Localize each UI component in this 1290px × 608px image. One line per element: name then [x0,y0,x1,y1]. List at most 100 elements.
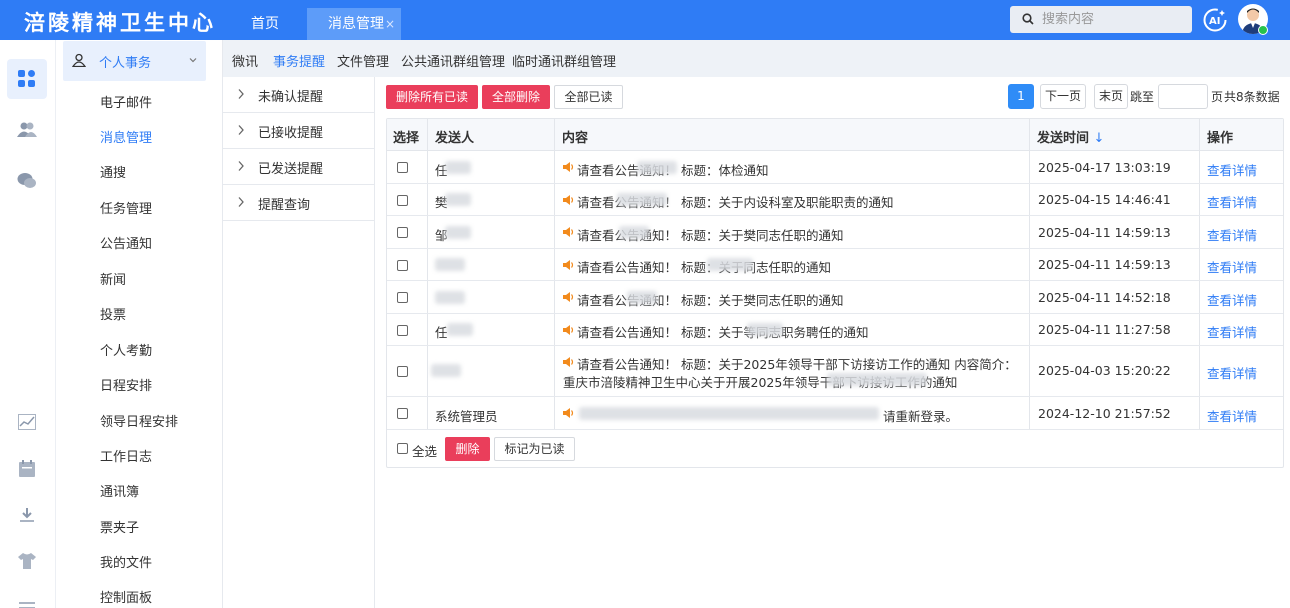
tree-item-query[interactable]: 提醒查询 [223,185,375,221]
header-send-time[interactable]: 发送时间 ↓ [1037,127,1104,146]
row-time: 2025-04-11 14:59:13 [1038,257,1171,272]
tree-label: 已接收提醒 [258,126,324,141]
sidebar-item-email[interactable]: 电子邮件 [100,92,152,111]
tree-item-unconfirmed[interactable]: 未确认提醒 [223,77,375,113]
row-checkbox[interactable] [397,325,408,336]
header-select: 选择 [393,131,420,146]
sidebar-item-message-management[interactable]: 消息管理 [100,127,152,146]
chat-icon[interactable] [7,161,47,201]
header-time-label: 发送时间 [1037,131,1090,146]
icon-rail [0,40,56,608]
tree-item-sent[interactable]: 已发送提醒 [223,149,375,185]
row-content: 请查看公告通知！ 标题：关于2025年领导干部下访接访工作的通知 内容简介： [577,357,1017,372]
row-sender: 系统管理员 [435,409,498,424]
chart-icon[interactable] [7,402,47,442]
sidebar-menu: 个人事务 电子邮件 消息管理 通搜 任务管理 公告通知 新闻 投票 个人考勤 日… [56,40,223,608]
tab-message-management[interactable]: 消息管理 × [307,8,401,40]
sidebar-item-control-panel[interactable]: 控制面板 [100,587,152,606]
table-row[interactable]: 任 请查看公告通知！ 标题：关于等同志职务聘任的通知 2025-04-11 11… [387,314,1283,346]
table-row[interactable]: 请查看公告通知！ 标题：关于同志任职的通知 2025-04-11 14:59:1… [387,249,1283,281]
table-row[interactable]: 系统管理员 请重新登录。 2024-12-10 21:57:52 查看详情 [387,397,1283,430]
subnav-item-public-groups[interactable]: 公共通讯群组管理 [401,51,505,70]
speaker-icon [563,195,574,205]
sidebar-item-announcements[interactable]: 公告通知 [100,233,152,252]
jump-label: 跳至 [1130,90,1155,104]
sidebar-item-leader-schedule[interactable]: 领导日程安排 [100,411,178,430]
jump-page-input[interactable] [1158,84,1208,109]
calendar-icon[interactable] [7,448,47,488]
sort-desc-icon[interactable]: ↓ [1094,131,1105,146]
tree-item-received[interactable]: 已接收提醒 [223,113,375,149]
row-checkbox[interactable] [397,408,408,419]
header-action: 操作 [1207,131,1234,146]
sidebar-item-work-log[interactable]: 工作日志 [100,446,152,465]
sidebar-item-attendance[interactable]: 个人考勤 [100,340,152,359]
sidebar-item-schedule[interactable]: 日程安排 [100,375,152,394]
tab-label: 消息管理 [328,16,384,32]
row-checkbox[interactable] [397,292,408,303]
row-time: 2025-04-11 14:59:13 [1038,225,1171,240]
sidebar-item-tasks[interactable]: 任务管理 [100,198,152,217]
row-time: 2025-04-11 11:27:58 [1038,322,1171,337]
subnav-item-wechat[interactable]: 微讯 [232,51,258,70]
sidebar-item-my-files[interactable]: 我的文件 [100,552,152,571]
sidebar-item-ticket-folder[interactable]: 票夹子 [100,517,139,536]
row-checkbox[interactable] [397,260,408,271]
row-content: 请重新登录。 [883,409,959,424]
online-status-dot [1258,25,1268,35]
table-row[interactable]: 请查看公告通知！ 标题：关于2025年领导干部下访接访工作的通知 内容简介： 重… [387,346,1283,397]
grid-icon[interactable] [7,59,47,99]
delete-all-read-button[interactable]: 删除所有已读 [386,85,478,109]
sidebar-group-label: 个人事务 [99,56,152,71]
users-icon[interactable] [7,110,47,150]
sidebar-item-search[interactable]: 通搜 [100,162,126,181]
mark-as-read-button[interactable]: 标记为已读 [494,437,575,461]
row-checkbox[interactable] [397,162,408,173]
table-row[interactable]: 任 请查看公告通知！ 标题：体检通知 2025-04-17 13:03:19 查… [387,151,1283,184]
sidebar-item-news[interactable]: 新闻 [100,269,126,288]
sidebar-item-address-book[interactable]: 通讯簿 [100,481,139,500]
ai-label: AI [1209,16,1220,27]
view-details-link[interactable]: 查看详情 [1207,160,1257,179]
row-content: 请查看公告通知！ 标题：关于同志任职的通知 [577,260,831,275]
view-details-link[interactable]: 查看详情 [1207,290,1257,309]
search-input[interactable] [1042,10,1182,29]
mark-all-read-button[interactable]: 全部已读 [554,85,623,109]
view-details-link[interactable]: 查看详情 [1207,322,1257,341]
select-all-checkbox[interactable] [397,443,408,454]
sidebar-group-personal-affairs[interactable]: 个人事务 [63,41,206,81]
view-details-link[interactable]: 查看详情 [1207,363,1257,382]
subnav-item-reminders[interactable]: 事务提醒 [273,51,325,70]
delete-all-button[interactable]: 全部删除 [482,85,550,109]
chevron-right-icon [238,89,244,99]
row-checkbox[interactable] [397,227,408,238]
header-sender: 发送人 [435,131,475,146]
view-details-link[interactable]: 查看详情 [1207,406,1257,425]
row-checkbox[interactable] [397,195,408,206]
close-icon[interactable]: × [385,8,395,40]
page-1-button[interactable]: 1 [1008,84,1034,109]
next-page-button[interactable]: 下一页 [1040,84,1086,109]
table-row[interactable]: 邹 请查看公告通知！ 标题：关于樊同志任职的通知 2025-04-11 14:5… [387,216,1283,249]
last-page-button[interactable]: 末页 [1094,84,1128,109]
table-footer: 全选 删除 标记为已读 [387,430,1283,467]
delete-button[interactable]: 删除 [445,437,490,461]
ai-assistant-icon[interactable]: AI [1202,7,1228,33]
tab-home[interactable]: 首页 [251,8,279,40]
row-time: 2024-12-10 21:57:52 [1038,406,1171,421]
row-time: 2025-04-15 14:46:41 [1038,192,1171,207]
view-details-link[interactable]: 查看详情 [1207,257,1257,276]
sidebar-item-vote[interactable]: 投票 [100,304,126,323]
search-box[interactable] [1010,6,1192,33]
table-row[interactable]: 樊 请查看公告通知！ 标题：关于内设科室及职能职责的通知 2025-04-15 … [387,184,1283,216]
row-checkbox[interactable] [397,366,408,377]
subnav-item-temp-groups[interactable]: 临时通讯群组管理 [512,51,616,70]
download-icon[interactable] [7,495,47,535]
shirt-icon[interactable] [7,541,47,581]
table-row[interactable]: 请查看公告通知！ 标题：关于樊同志任职的通知 2025-04-11 14:52:… [387,281,1283,314]
subnav-item-file-management[interactable]: 文件管理 [337,51,389,70]
list-icon[interactable] [7,588,47,608]
reminder-tree: 未确认提醒 已接收提醒 已发送提醒 提醒查询 [223,77,375,608]
view-details-link[interactable]: 查看详情 [1207,225,1257,244]
view-details-link[interactable]: 查看详情 [1207,192,1257,211]
